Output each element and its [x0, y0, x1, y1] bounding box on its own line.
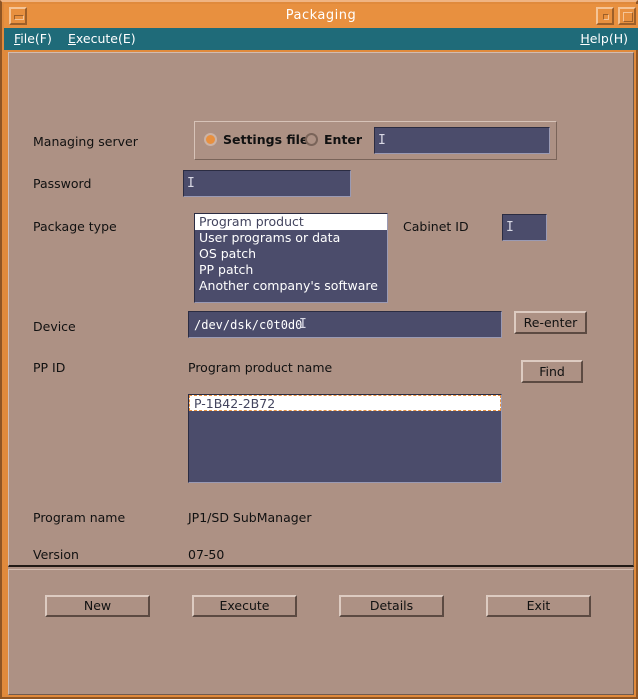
- managing-server-input[interactable]: I: [374, 127, 550, 154]
- client-area: Managing server Settings file Enter I Pa…: [8, 52, 634, 695]
- radio-settings-file-label[interactable]: Settings file: [223, 133, 308, 147]
- exit-button[interactable]: Exit: [486, 595, 591, 617]
- package-type-option[interactable]: User programs or data: [195, 230, 387, 246]
- managing-server-group: Settings file Enter I: [194, 121, 557, 160]
- exit-button-label: Exit: [526, 598, 551, 613]
- restore-icon: [603, 14, 609, 20]
- radio-enter[interactable]: [305, 133, 318, 146]
- text-caret-icon: I: [506, 219, 514, 235]
- password-input[interactable]: I: [183, 170, 351, 197]
- details-button[interactable]: Details: [339, 595, 444, 617]
- package-type-option[interactable]: Another company's software: [195, 278, 387, 294]
- radio-settings-file[interactable]: [204, 133, 217, 146]
- radio-enter-label[interactable]: Enter: [324, 133, 362, 147]
- password-label: Password: [33, 176, 92, 191]
- action-panel: New Execute Details Exit: [8, 569, 634, 695]
- pp-id-listbox[interactable]: P-1B42-2B72: [188, 394, 502, 483]
- text-caret-icon: I: [378, 132, 386, 148]
- cabinet-id-input[interactable]: I: [502, 214, 547, 241]
- program-name-label: Program name: [33, 510, 126, 525]
- package-type-option[interactable]: PP patch: [195, 262, 387, 278]
- package-type-option[interactable]: OS patch: [195, 246, 387, 262]
- version-label: Version: [33, 547, 79, 562]
- re-enter-button-label: Re-enter: [523, 315, 578, 330]
- text-caret-icon: I: [299, 316, 307, 332]
- text-caret-icon: I: [187, 175, 195, 191]
- device-label: Device: [33, 319, 76, 334]
- cabinet-id-label: Cabinet ID: [403, 219, 469, 234]
- menu-item-file[interactable]: File(F): [14, 30, 52, 48]
- program-name-value: JP1/SD SubManager: [188, 510, 312, 525]
- title-bar[interactable]: Packaging: [4, 4, 638, 28]
- new-button-label: New: [83, 598, 112, 613]
- form-panel: Managing server Settings file Enter I Pa…: [8, 52, 634, 567]
- execute-button-label: Execute: [219, 598, 270, 613]
- device-input[interactable]: /dev/dsk/c0t0d0 I: [188, 311, 502, 338]
- version-value: 07-50: [188, 547, 225, 562]
- find-button[interactable]: Find: [521, 360, 583, 383]
- maximize-icon: [623, 12, 633, 22]
- menu-bar: File(F) Execute(E) Help(H): [4, 28, 638, 50]
- package-type-listbox[interactable]: Program product User programs or data OS p…: [194, 213, 388, 303]
- window-title: Packaging: [285, 8, 357, 23]
- maximize-button[interactable]: [618, 7, 636, 25]
- new-button[interactable]: New: [45, 595, 150, 617]
- window-frame: Packaging File(F) Execute(E) Help(H) Man…: [0, 0, 638, 699]
- execute-button[interactable]: Execute: [192, 595, 297, 617]
- package-type-option[interactable]: Program product: [195, 214, 387, 230]
- details-button-label: Details: [369, 598, 414, 613]
- lower-window-button[interactable]: [596, 7, 614, 25]
- pp-id-label: PP ID: [33, 360, 66, 375]
- pp-id-column-header: Program product name: [188, 360, 333, 375]
- package-type-label: Package type: [33, 219, 117, 234]
- pp-id-list-item[interactable]: P-1B42-2B72: [189, 395, 501, 411]
- device-input-value: /dev/dsk/c0t0d0: [194, 317, 303, 332]
- re-enter-button[interactable]: Re-enter: [514, 311, 587, 334]
- managing-server-label: Managing server: [33, 134, 138, 149]
- menu-item-help[interactable]: Help(H): [580, 30, 628, 48]
- find-button-label: Find: [539, 364, 565, 379]
- menu-item-execute[interactable]: Execute(E): [68, 30, 136, 48]
